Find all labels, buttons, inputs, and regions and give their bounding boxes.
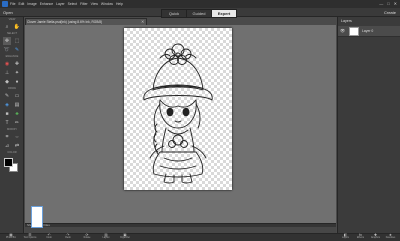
tools-section-modify: MODIFY [6,128,18,131]
tool-options-button[interactable]: ☰ Tool Options [21,233,39,241]
red-eye-tool-icon[interactable]: ◉ [3,60,11,68]
maximize-icon[interactable]: □ [387,1,389,7]
recompose-tool-icon[interactable]: ⇔ [13,133,21,141]
menu-layer[interactable]: Layer [56,2,64,6]
effects-button[interactable]: fx Effects [353,233,368,241]
layers-button[interactable]: ◧ Layers [338,233,353,241]
document-canvas[interactable] [124,28,232,190]
layer-name: Layer 0 [362,29,374,33]
zoom-tool-icon[interactable]: ⌕ [3,23,11,31]
mode-quick[interactable]: Quick [161,9,187,18]
custom-shape-tool-icon[interactable]: ♣ [13,110,21,118]
mode-switcher: Quick Guided Expert [161,9,237,18]
pencil-tool-icon[interactable]: ✏ [13,119,21,127]
menu-image[interactable]: Image [27,2,36,6]
tools-section-color: COLOR [7,151,17,154]
layout-button[interactable]: ▥ Layout [97,233,115,241]
window-controls: — □ ✕ [379,1,397,7]
open-file-thumbnail[interactable] [31,206,43,228]
redo-button[interactable]: ↷ Redo [59,233,77,241]
tools-section-select: SELECT [6,32,18,35]
minimize-icon[interactable]: — [379,1,383,7]
tools-section-enhance: ENHANCE [5,55,19,58]
menu-edit[interactable]: Edit [18,2,24,6]
crop-tool-icon[interactable]: ⌗ [3,133,11,141]
layer-thumbnail [349,27,359,36]
create-button[interactable]: Create [384,9,396,16]
healing-brush-tool-icon[interactable]: ✚ [13,60,21,68]
organizer-button[interactable]: ▣ Organizer [116,233,134,241]
menu-file[interactable]: File [10,2,15,6]
menu-enhance[interactable]: Enhance [40,2,53,6]
app-logo-icon [2,1,8,7]
rotate-button[interactable]: ⟳ Rotate [78,233,96,241]
shape-tool-icon[interactable]: ■ [3,110,11,118]
menu-filter[interactable]: Filter [80,2,88,6]
menu-bar: File Edit Image Enhance Layer Select Fil… [10,1,123,7]
panel-bar-buttons: ◧ Layers fx Effects ✚ Graphics ★ Favorites [338,233,398,241]
clone-stamp-tool-icon[interactable]: ⊥ [3,69,11,77]
tool-panel: VIEW ⌕ ✋ SELECT ✥ ⬚ ➰ ✎ ENHANCE ◉ ✚ ⊥ ✦ … [0,17,24,241]
layers-panel-tab[interactable]: Layers [341,18,352,24]
content-aware-move-tool-icon[interactable]: ⇄ [13,142,21,150]
move-tool-icon[interactable]: ✥ [3,37,11,45]
undo-button[interactable]: ↶ Undo [40,233,58,241]
menu-help[interactable]: Help [116,2,123,6]
menu-select[interactable]: Select [68,2,77,6]
right-panel [337,17,400,241]
eraser-tool-icon[interactable]: ▭ [13,92,21,100]
visibility-eye-icon[interactable]: 👁 [340,28,345,34]
tools-section-draw: DRAW [8,87,16,90]
lasso-tool-icon[interactable]: ➰ [3,46,11,54]
gradient-tool-icon[interactable]: ▤ [13,101,21,109]
straighten-tool-icon[interactable]: ⊿ [3,142,11,150]
sponge-tool-icon[interactable]: ● [13,78,21,86]
hand-tool-icon[interactable]: ✋ [13,23,21,31]
marquee-tool-icon[interactable]: ⬚ [13,37,21,45]
graphics-button[interactable]: ✚ Graphics [368,233,383,241]
quick-selection-tool-icon[interactable]: ✎ [13,46,21,54]
smart-brush-tool-icon[interactable]: ✦ [13,69,21,77]
open-button[interactable]: Open [3,9,13,16]
brush-tool-icon[interactable]: ✎ [3,92,11,100]
mode-guided[interactable]: Guided [186,9,212,18]
favorites-button[interactable]: ★ Favorites [383,233,398,241]
type-tool-icon[interactable]: T [3,119,11,127]
line-art-illustration [143,43,213,184]
menu-window[interactable]: Window [101,2,113,6]
photo-bin-button[interactable]: ▦ Photo Bin [2,233,20,241]
mode-expert[interactable]: Expert [211,9,237,18]
menu-view[interactable]: View [91,2,98,6]
blur-tool-icon[interactable]: ◆ [3,78,11,86]
paint-bucket-tool-icon[interactable]: ◈ [3,101,11,109]
task-bar-buttons: ▦ Photo Bin ☰ Tool Options ↶ Undo ↷ Redo ⟳ Ro… [2,233,134,241]
foreground-color-swatch[interactable] [4,158,13,167]
close-window-icon[interactable]: ✕ [394,1,397,7]
tools-section-view: VIEW [8,18,16,21]
